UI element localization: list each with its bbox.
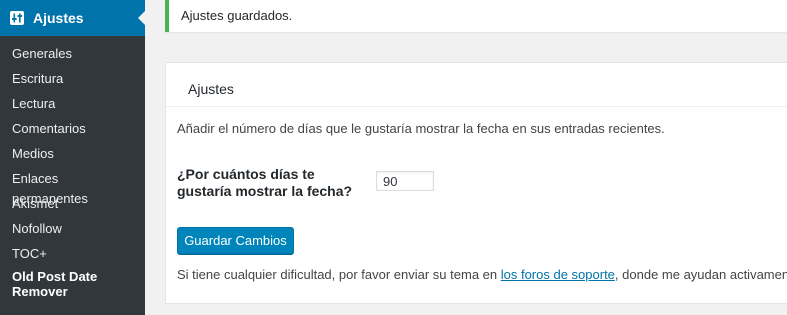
- sidebar-item-lectura[interactable]: Lectura: [0, 94, 145, 119]
- sidebar-item-nofollow[interactable]: Nofollow: [0, 219, 145, 244]
- sidebar-item-old-post-date-remover[interactable]: Old Post Date Remover: [0, 269, 145, 303]
- admin-sidebar: Ajustes Generales Escritura Lectura Come…: [0, 0, 146, 315]
- settings-submenu: Generales Escritura Lectura Comentarios …: [0, 36, 145, 315]
- support-forum-link[interactable]: los foros de soporte: [501, 267, 615, 282]
- sidebar-item-generales[interactable]: Generales: [0, 44, 145, 69]
- panel-title: Ajustes: [166, 63, 787, 107]
- support-help-text: Si tiene cualquier dificultad, por favor…: [177, 267, 787, 282]
- current-menu-pointer: [138, 10, 146, 26]
- settings-sliders-icon: [10, 11, 24, 25]
- sidebar-item-escritura[interactable]: Escritura: [0, 69, 145, 94]
- sidebar-item-toc[interactable]: TOC+: [0, 244, 145, 269]
- sidebar-menu-settings[interactable]: Ajustes: [0, 0, 146, 36]
- settings-panel: Ajustes Añadir el número de días que le …: [165, 62, 787, 304]
- days-field-label: ¿Por cuántos días te gustaría mostrar la…: [177, 166, 353, 199]
- current-item-line-1: Old Post Date: [12, 269, 98, 284]
- notice-text: Ajustes guardados.: [181, 8, 293, 23]
- sidebar-item-comentarios[interactable]: Comentarios: [0, 119, 145, 144]
- settings-saved-notice: Ajustes guardados.: [165, 0, 787, 32]
- help-text-after: , donde me ayudan activamente.: [614, 267, 787, 282]
- panel-description: Añadir el número de días que le gustaría…: [177, 121, 665, 136]
- sidebar-item-medios[interactable]: Medios: [0, 144, 145, 169]
- current-item-line-2: Remover: [12, 284, 68, 299]
- sidebar-menu-settings-label: Ajustes: [33, 10, 84, 26]
- days-input[interactable]: [376, 171, 434, 191]
- help-text-before: Si tiene cualquier dificultad, por favor…: [177, 267, 501, 282]
- sidebar-item-enlaces-permanentes[interactable]: Enlaces permanentes: [0, 169, 145, 206]
- save-changes-button[interactable]: Guardar Cambios: [177, 227, 294, 254]
